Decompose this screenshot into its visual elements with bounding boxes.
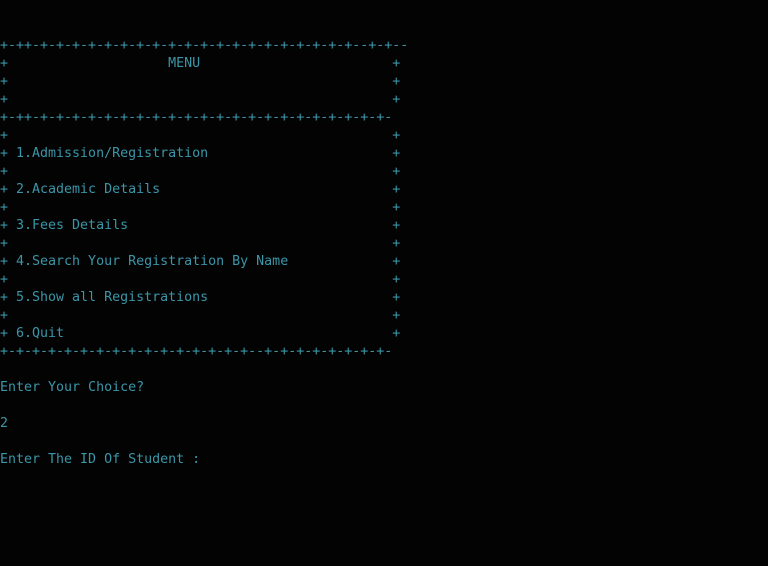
menu-blank-line: + +	[0, 308, 401, 323]
menu-blank-line: + +	[0, 272, 401, 287]
menu-blank-line: + +	[0, 92, 401, 107]
menu-border-divider: +-++-+-+-+-+-+-+-+-+-+-+-+-+-+-+-+-+-+-+…	[0, 110, 393, 125]
menu-option-admission: + 1.Admission/Registration +	[0, 146, 401, 161]
menu-option-fees: + 3.Fees Details +	[0, 218, 401, 233]
menu-blank-line: + +	[0, 236, 401, 251]
menu-border-bottom: +-+-+-+-+-+-+-+-+-+-+-+-+-+-+-+--+-+-+-+…	[0, 344, 393, 359]
student-id-prompt[interactable]: Enter The ID Of Student :	[0, 451, 768, 469]
menu-option-quit: + 6.Quit +	[0, 326, 401, 341]
menu-blank-line: + +	[0, 200, 401, 215]
choice-input-value: 2	[0, 416, 9, 431]
menu-title: + MENU +	[0, 56, 401, 71]
choice-prompt: Enter Your Choice?	[0, 380, 145, 395]
menu-border-top: +-++-+-+-+-+-+-+-+-+-+-+-+-+-+-+-+-+-+-+…	[0, 38, 409, 53]
console-window[interactable]: +-++-+-+-+-+-+-+-+-+-+-+-+-+-+-+-+-+-+-+…	[0, 0, 768, 566]
menu-blank-line: + +	[0, 164, 401, 179]
menu-option-academic: + 2.Academic Details +	[0, 182, 401, 197]
menu-blank-line: + +	[0, 128, 401, 143]
menu-option-show-all: + 5.Show all Registrations +	[0, 290, 401, 305]
menu-blank-line: + +	[0, 74, 401, 89]
menu-option-search: + 4.Search Your Registration By Name +	[0, 254, 401, 269]
